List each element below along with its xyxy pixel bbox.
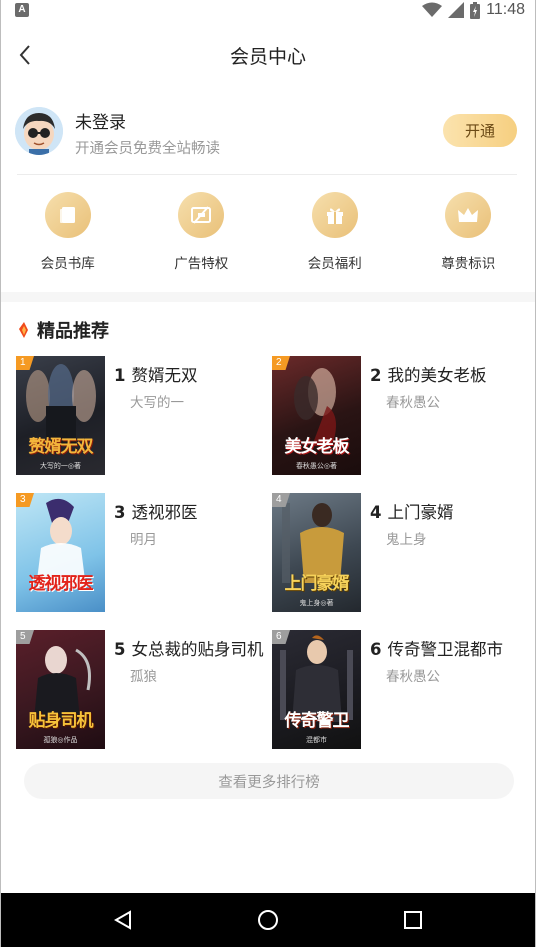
cover-art xyxy=(34,646,91,720)
book-cover[interactable]: 2 美女老板 春秋愚公◎著 xyxy=(272,356,361,475)
cover-title: 贴身司机 xyxy=(28,711,94,731)
section-separator xyxy=(1,292,535,302)
crown-icon xyxy=(445,192,492,238)
cover-art xyxy=(26,364,96,446)
book-title: 2 我的美女老板 xyxy=(370,362,486,386)
nav-back-button[interactable] xyxy=(103,900,143,940)
book-title-text: 我的美女老板 xyxy=(387,366,487,385)
book-number: 1 xyxy=(114,366,126,385)
section-header: 精品推荐 xyxy=(17,318,109,342)
cover-author: 混都市 xyxy=(306,736,327,744)
cover-art xyxy=(294,368,336,446)
book-author: 孤狼 xyxy=(130,669,157,685)
book-title-text: 上门豪婿 xyxy=(387,503,454,522)
wifi-icon xyxy=(422,2,443,17)
user-name: 未登录 xyxy=(75,113,126,133)
gift-icon xyxy=(311,192,358,238)
book-cover[interactable]: 4 上门豪婿 鬼上身◎著 xyxy=(272,493,361,612)
system-nav-bar xyxy=(1,893,535,947)
signal-icon xyxy=(448,2,465,18)
privilege-label: 广告特权 xyxy=(174,256,229,272)
nav-recents-icon xyxy=(403,911,422,929)
status-bar: A 11:48 xyxy=(1,0,535,20)
book-item[interactable]: 6 传奇警卫 混都市 6 传奇警卫混都市 春秋愚公 xyxy=(272,630,522,750)
book-number: 6 xyxy=(370,640,382,659)
book-cover[interactable]: 1 赘婿无双 大写的一◎著 xyxy=(16,356,105,475)
divider xyxy=(17,174,517,175)
book-item[interactable]: 2 美女老板 春秋愚公◎著 2 我的美女老板 春秋愚公 xyxy=(272,356,522,476)
privilege-badge[interactable]: 尊贵标识 xyxy=(402,190,536,280)
avatar-cartoon-icon xyxy=(15,107,63,155)
cover-author: 鬼上身◎著 xyxy=(299,599,334,607)
cover-title: 美女老板 xyxy=(284,437,350,457)
privilege-no-ads[interactable]: 广告特权 xyxy=(135,190,269,280)
book-title-text: 传奇警卫混都市 xyxy=(387,640,503,659)
book-icon xyxy=(44,192,91,238)
cover-author: 春秋愚公◎著 xyxy=(295,462,338,470)
flame-icon xyxy=(19,322,28,338)
status-icons: 11:48 xyxy=(422,0,525,20)
cover-title: 上门豪婿 xyxy=(284,574,350,594)
cover-author: 大写的一◎著 xyxy=(39,462,82,470)
nav-back-icon xyxy=(114,910,132,930)
cover-art xyxy=(36,498,86,588)
user-subtitle: 开通会员免费全站畅读 xyxy=(75,141,220,157)
notification-a-icon: A xyxy=(15,3,29,17)
cover-title: 赘婿无双 xyxy=(28,437,94,457)
cover-art xyxy=(280,635,353,722)
cover-title: 传奇警卫 xyxy=(284,711,350,731)
book-title: 4 上门豪婿 xyxy=(370,499,453,523)
privilege-label: 会员福利 xyxy=(307,256,362,272)
clock: 11:48 xyxy=(486,1,525,18)
privilege-benefits[interactable]: 会员福利 xyxy=(268,190,402,280)
book-author: 大写的一 xyxy=(130,395,184,411)
book-item[interactable]: 3 透视邪医 3 透视邪医 明月 xyxy=(16,493,266,613)
section-title: 精品推荐 xyxy=(37,321,109,342)
book-number: 3 xyxy=(114,503,126,522)
book-number: 2 xyxy=(370,366,382,385)
book-cover[interactable]: 3 透视邪医 xyxy=(16,493,105,612)
book-title-text: 赘婿无双 xyxy=(131,366,198,385)
privilege-library[interactable]: 会员书库 xyxy=(1,190,135,280)
cover-author: 孤狼◎作品 xyxy=(43,736,78,744)
nav-home-button[interactable] xyxy=(248,900,288,940)
book-number: 5 xyxy=(114,640,126,659)
header: 会员中心 xyxy=(1,20,535,90)
book-author: 春秋愚公 xyxy=(386,395,440,411)
open-membership-button[interactable]: 开通 xyxy=(443,114,517,147)
book-author: 春秋愚公 xyxy=(386,669,440,685)
privilege-label: 尊贵标识 xyxy=(441,256,496,272)
book-title: 5 女总裁的贴身司机 xyxy=(114,636,263,660)
book-title: 1 赘婿无双 xyxy=(114,362,197,386)
cover-title: 透视邪医 xyxy=(28,574,94,594)
book-item[interactable]: 5 贴身司机 孤狼◎作品 5 女总裁的贴身司机 孤狼 xyxy=(16,630,266,750)
view-more-rankings-button[interactable]: 查看更多排行榜 xyxy=(24,763,514,799)
book-number: 4 xyxy=(370,503,382,522)
avatar[interactable] xyxy=(15,107,63,155)
book-title: 6 传奇警卫混都市 xyxy=(370,636,503,660)
user-card[interactable]: 未登录 开通会员免费全站畅读 开通 xyxy=(15,102,517,164)
nav-home-icon xyxy=(257,910,278,930)
no-ads-icon xyxy=(178,192,225,238)
book-item[interactable]: 1 赘婿无双 大写的一◎著 1 赘婿无双 大写的一 xyxy=(16,356,266,476)
privilege-label: 会员书库 xyxy=(40,256,95,272)
nav-recents-button[interactable] xyxy=(393,900,433,940)
book-author: 明月 xyxy=(130,532,157,548)
book-item[interactable]: 4 上门豪婿 鬼上身◎著 4 上门豪婿 鬼上身 xyxy=(272,493,522,613)
cover-art xyxy=(282,503,344,583)
screen: A 11:48 会员中心 未登录 开通会员免费全站畅读 开通 会员书库 广告特权… xyxy=(0,0,536,947)
book-title: 3 透视邪医 xyxy=(114,499,197,523)
book-title-text: 女总裁的贴身司机 xyxy=(131,640,264,659)
book-cover[interactable]: 5 贴身司机 孤狼◎作品 xyxy=(16,630,105,749)
page-title: 会员中心 xyxy=(229,46,306,68)
book-title-text: 透视邪医 xyxy=(131,503,198,522)
book-cover[interactable]: 6 传奇警卫 混都市 xyxy=(272,630,361,749)
book-author: 鬼上身 xyxy=(386,532,427,548)
privileges-row: 会员书库 广告特权 会员福利 尊贵标识 xyxy=(1,190,535,280)
battery-icon xyxy=(470,1,481,19)
